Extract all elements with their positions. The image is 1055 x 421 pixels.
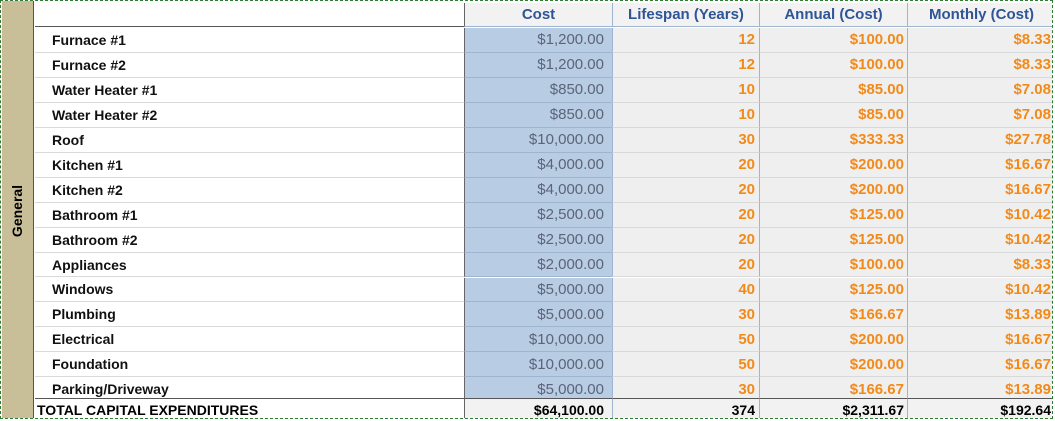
lifespan-cell[interactable]: 20 [612,202,759,228]
category-label-text: General [9,184,26,238]
annual-cell[interactable]: $200.00 [759,177,907,203]
header-annual[interactable]: Annual (Cost) [759,3,907,27]
table-row: Windows $5,000.00 40 $125.00 $10.42 [35,277,1052,303]
lifespan-cell[interactable]: 10 [612,102,759,128]
cost-cell[interactable]: $10,000.00 [464,127,612,153]
monthly-cell[interactable]: $8.33 [907,252,1052,278]
cost-cell[interactable]: $10,000.00 [464,352,612,378]
item-name[interactable]: Roof [35,127,464,153]
table-row: Roof $10,000.00 30 $333.33 $27.78 [35,127,1052,153]
table-row: Bathroom #1 $2,500.00 20 $125.00 $10.42 [35,202,1052,228]
item-name[interactable]: Bathroom #2 [35,227,464,253]
table-row: Furnace #1 $1,200.00 12 $100.00 $8.33 [35,28,1052,53]
total-cost[interactable]: $64,100.00 [464,398,612,418]
annual-cell[interactable]: $166.67 [759,302,907,328]
table-row: Bathroom #2 $2,500.00 20 $125.00 $10.42 [35,227,1052,253]
lifespan-cell[interactable]: 20 [612,252,759,278]
monthly-cell[interactable]: $16.67 [907,152,1052,178]
lifespan-cell[interactable]: 12 [612,28,759,53]
cost-cell[interactable]: $850.00 [464,102,612,128]
item-name[interactable]: Foundation [35,352,464,378]
table-row: Kitchen #1 $4,000.00 20 $200.00 $16.67 [35,152,1052,178]
total-monthly[interactable]: $192.64 [907,398,1052,418]
item-name[interactable]: Bathroom #1 [35,202,464,228]
item-name[interactable]: Water Heater #1 [35,77,464,103]
table-row: Water Heater #2 $850.00 10 $85.00 $7.08 [35,102,1052,128]
item-name[interactable]: Water Heater #2 [35,102,464,128]
annual-cell[interactable]: $85.00 [759,77,907,103]
monthly-cell[interactable]: $16.67 [907,352,1052,378]
total-annual[interactable]: $2,311.67 [759,398,907,418]
annual-cell[interactable]: $100.00 [759,28,907,53]
total-label[interactable]: TOTAL CAPITAL EXPENDITURES [35,398,464,418]
total-row: TOTAL CAPITAL EXPENDITURES $64,100.00 37… [35,398,1052,418]
header-blank [35,3,464,27]
header-row: Cost Lifespan (Years) Annual (Cost) Mont… [35,3,1052,27]
monthly-cell[interactable]: $7.08 [907,102,1052,128]
monthly-cell[interactable]: $10.42 [907,227,1052,253]
table-row: Water Heater #1 $850.00 10 $85.00 $7.08 [35,77,1052,103]
header-lifespan[interactable]: Lifespan (Years) [612,3,759,27]
annual-cell[interactable]: $200.00 [759,327,907,353]
lifespan-cell[interactable]: 30 [612,127,759,153]
annual-cell[interactable]: $85.00 [759,102,907,128]
monthly-cell[interactable]: $27.78 [907,127,1052,153]
cost-cell[interactable]: $1,200.00 [464,28,612,53]
table-row: Electrical $10,000.00 50 $200.00 $16.67 [35,327,1052,353]
annual-cell[interactable]: $100.00 [759,252,907,278]
monthly-cell[interactable]: $13.89 [907,302,1052,328]
annual-cell[interactable]: $100.00 [759,52,907,78]
monthly-cell[interactable]: $8.33 [907,28,1052,53]
cost-cell[interactable]: $850.00 [464,77,612,103]
item-name[interactable]: Windows [35,277,464,303]
item-name[interactable]: Appliances [35,252,464,278]
item-name[interactable]: Electrical [35,327,464,353]
cost-cell[interactable]: $1,200.00 [464,52,612,78]
annual-cell[interactable]: $125.00 [759,202,907,228]
table-row: Foundation $10,000.00 50 $200.00 $16.67 [35,352,1052,378]
item-name[interactable]: Kitchen #2 [35,177,464,203]
cost-cell[interactable]: $2,500.00 [464,202,612,228]
lifespan-cell[interactable]: 10 [612,77,759,103]
monthly-cell[interactable]: $16.67 [907,327,1052,353]
item-name[interactable]: Kitchen #1 [35,152,464,178]
item-name[interactable]: Furnace #2 [35,52,464,78]
cost-cell[interactable]: $5,000.00 [464,277,612,303]
annual-cell[interactable]: $200.00 [759,152,907,178]
monthly-cell[interactable]: $7.08 [907,77,1052,103]
spreadsheet: General Cost Lifespan (Years) Annual (Co… [0,0,1053,419]
table-row: Appliances $2,000.00 20 $100.00 $8.33 [35,252,1052,278]
cost-cell[interactable]: $2,500.00 [464,227,612,253]
lifespan-cell[interactable]: 12 [612,52,759,78]
lifespan-cell[interactable]: 50 [612,327,759,353]
header-cost[interactable]: Cost [464,3,612,27]
lifespan-cell[interactable]: 40 [612,277,759,303]
table-row: Furnace #2 $1,200.00 12 $100.00 $8.33 [35,52,1052,78]
cost-cell[interactable]: $10,000.00 [464,327,612,353]
category-label: General [3,181,31,241]
monthly-cell[interactable]: $8.33 [907,52,1052,78]
lifespan-cell[interactable]: 20 [612,152,759,178]
lifespan-cell[interactable]: 30 [612,302,759,328]
monthly-cell[interactable]: $16.67 [907,177,1052,203]
monthly-cell[interactable]: $10.42 [907,277,1052,303]
table-row: Kitchen #2 $4,000.00 20 $200.00 $16.67 [35,177,1052,203]
annual-cell[interactable]: $125.00 [759,277,907,303]
header-monthly[interactable]: Monthly (Cost) [907,3,1052,27]
lifespan-cell[interactable]: 20 [612,177,759,203]
cost-cell[interactable]: $4,000.00 [464,177,612,203]
item-name[interactable]: Furnace #1 [35,28,464,53]
annual-cell[interactable]: $200.00 [759,352,907,378]
cost-cell[interactable]: $4,000.00 [464,152,612,178]
monthly-cell[interactable]: $10.42 [907,202,1052,228]
annual-cell[interactable]: $125.00 [759,227,907,253]
cost-cell[interactable]: $5,000.00 [464,302,612,328]
item-name[interactable]: Plumbing [35,302,464,328]
cost-cell[interactable]: $2,000.00 [464,252,612,278]
total-lifespan[interactable]: 374 [612,398,759,418]
table-row: Plumbing $5,000.00 30 $166.67 $13.89 [35,302,1052,328]
lifespan-cell[interactable]: 20 [612,227,759,253]
lifespan-cell[interactable]: 50 [612,352,759,378]
annual-cell[interactable]: $333.33 [759,127,907,153]
